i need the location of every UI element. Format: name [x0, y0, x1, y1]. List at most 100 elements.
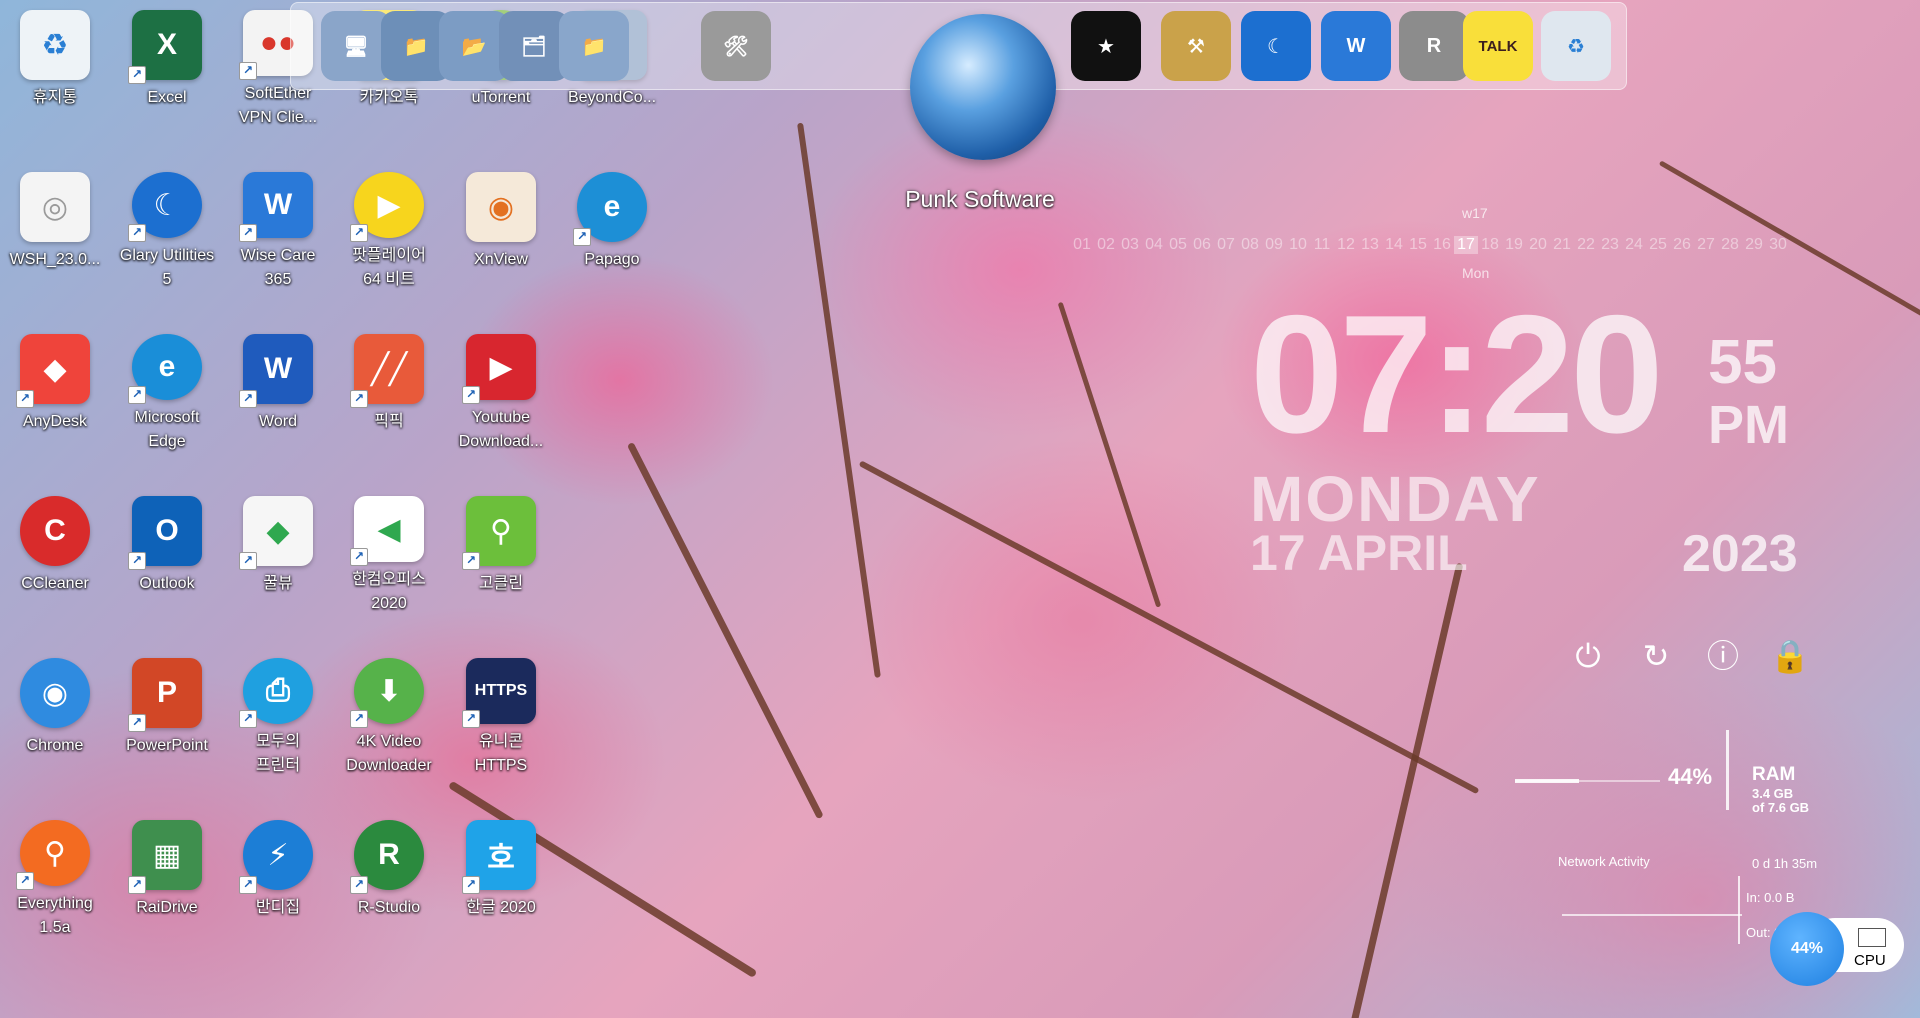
desktop-icon[interactable]: ♻ 휴지통 [1, 0, 109, 130]
calendar-day[interactable]: 11 [1310, 236, 1334, 254]
restart-button[interactable]: ↻ [1636, 636, 1676, 676]
desktop-icon[interactable]: X ↗ Excel [113, 0, 221, 130]
dock-kakaotalk-icon[interactable]: TALK [1463, 11, 1533, 81]
desktop-icon[interactable]: ◀ ↗ 한컴오피스 2020 [335, 486, 443, 616]
calendar-day[interactable]: 13 [1358, 236, 1382, 254]
dock-recycle-bin-icon[interactable]: ♻ [1541, 11, 1611, 81]
icon-glyph: ◎ [41, 190, 69, 224]
icon-glyph: ◆ [266, 514, 290, 548]
desktop-icon-label: 반디집 [255, 899, 301, 916]
desktop-icon[interactable]: W ↗ Word [224, 324, 332, 454]
desktop-icon[interactable]: C CCleaner [1, 486, 109, 616]
ram-used: 3.4 GB [1752, 786, 1794, 801]
desktop-icon[interactable]: ⬇ ↗ 4K Video Downloader [335, 648, 443, 778]
desktop-icon[interactable]: ⎙ ↗ 모두의 프린터 [224, 648, 332, 778]
shortcut-arrow-icon: ↗ [350, 390, 368, 408]
desktop-icon[interactable]: HTTPS ↗ 유니콘 HTTPS [447, 648, 555, 778]
shortcut-arrow-icon: ↗ [350, 710, 368, 728]
desktop-icon[interactable]: ▶ ↗ Youtube Download... [447, 324, 555, 454]
calendar-day[interactable]: 26 [1670, 236, 1694, 254]
power-off-button[interactable]: ⏻ [1568, 636, 1608, 676]
calendar-day[interactable]: 04 [1142, 236, 1166, 254]
desktop-icon[interactable]: ☾ ↗ Glary Utilities 5 [113, 162, 221, 292]
calendar-day[interactable]: 10 [1286, 236, 1310, 254]
calendar-day[interactable]: 14 [1382, 236, 1406, 254]
monitor-icon [1858, 928, 1886, 947]
calendar-day[interactable]: 28 [1718, 236, 1742, 254]
desktop-icon[interactable]: ▦ ↗ RaiDrive [113, 810, 221, 940]
dock-item-glyph: TALK [1478, 37, 1518, 55]
calendar-day[interactable]: 02 [1094, 236, 1118, 254]
desktop-icon[interactable]: W ↗ Wise Care 365 [224, 162, 332, 292]
shortcut-arrow-icon: ↗ [462, 386, 480, 404]
desktop-icon-label: R-Studio [357, 899, 421, 916]
calendar-day[interactable]: 12 [1334, 236, 1358, 254]
calendar-day[interactable]: 18 [1478, 236, 1502, 254]
calendar-day[interactable]: 07 [1214, 236, 1238, 254]
calendar-day[interactable]: 08 [1238, 236, 1262, 254]
desktop-icon-label: WSH_23.0... [9, 251, 101, 268]
desktop[interactable]: ♻휴지통X↗Excel●●↗SoftEther VPN Clie...TALK카… [0, 0, 1920, 1018]
ram-usage-bar [1515, 779, 1660, 783]
desktop-icon-label: RaiDrive [136, 899, 198, 916]
calendar-day[interactable]: 09 [1262, 236, 1286, 254]
punk-software-label[interactable]: Punk Software [880, 186, 1080, 213]
calendar-day[interactable]: 20 [1526, 236, 1550, 254]
desktop-icon[interactable]: ⚲ ↗ Everything 1.5a [1, 810, 109, 940]
dock-glary-icon[interactable]: ☾ [1241, 11, 1311, 81]
desktop-icon[interactable]: e ↗ Microsoft Edge [113, 324, 221, 454]
calendar-day[interactable]: 19 [1502, 236, 1526, 254]
calendar-day[interactable]: 23 [1598, 236, 1622, 254]
desktop-icon[interactable]: ⚡ ↗ 반디집 [224, 810, 332, 940]
desktop-icon[interactable]: ◉ Chrome [1, 648, 109, 778]
calendar-day[interactable]: 16 [1430, 236, 1454, 254]
dock-tshirt-icon[interactable]: ★ [1071, 11, 1141, 81]
calendar-day[interactable]: 30 [1766, 236, 1790, 254]
calendar-day[interactable]: 01 [1070, 236, 1094, 254]
desktop-icon[interactable]: P ↗ PowerPoint [113, 648, 221, 778]
logoff-button[interactable]: ⓘ [1703, 636, 1743, 676]
calendar-day[interactable]: 06 [1190, 236, 1214, 254]
shortcut-arrow-icon: ↗ [573, 228, 591, 246]
calendar-day[interactable]: 21 [1550, 236, 1574, 254]
shortcut-arrow-icon: ↗ [350, 224, 368, 242]
recycle-bin-icon: ♻ [20, 10, 90, 80]
desktop-icon-label: 휴지통 [32, 89, 78, 106]
calendar-day[interactable]: 22 [1574, 236, 1598, 254]
calendar-day[interactable]: 29 [1742, 236, 1766, 254]
icon-glyph: 호 [487, 842, 515, 875]
desktop-icon[interactable]: ⚲ ↗ 고클린 [447, 486, 555, 616]
dock-registry-icon[interactable]: R [1399, 11, 1469, 81]
calendar-day[interactable]: 05 [1166, 236, 1190, 254]
desktop-icon-label: Papago [584, 251, 640, 268]
desktop-icon-label: CCleaner [21, 575, 89, 592]
shortcut-arrow-icon: ↗ [128, 386, 146, 404]
calendar-day[interactable]: 27 [1694, 236, 1718, 254]
dock-tools-icon[interactable]: 🛠 [701, 11, 771, 81]
punk-software-globe-icon[interactable] [910, 14, 1056, 160]
shortcut-arrow-icon: ↗ [239, 390, 257, 408]
dock-pickaxe-icon[interactable]: ⚒ [1161, 11, 1231, 81]
desktop-icon[interactable]: O ↗ Outlook [113, 486, 221, 616]
desktop-icon[interactable]: e ↗ Papago [558, 162, 666, 292]
dock-wise-care-icon[interactable]: W [1321, 11, 1391, 81]
desktop-icon[interactable]: ▶ ↗ 팟플레이어 64 비트 [335, 162, 443, 292]
icon-glyph: HTTPS [474, 682, 528, 699]
dock-item-glyph: ⚒ [1187, 35, 1205, 58]
desktop-icon[interactable]: ◆ ↗ 꿀뷰 [224, 486, 332, 616]
calendar-day[interactable]: 24 [1622, 236, 1646, 254]
desktop-icon[interactable]: R ↗ R-Studio [335, 810, 443, 940]
calendar-day-today[interactable]: 17 [1454, 236, 1478, 254]
shortcut-arrow-icon: ↗ [239, 62, 257, 80]
cpu-percent[interactable]: 44% [1770, 912, 1844, 986]
calendar-day[interactable]: 25 [1646, 236, 1670, 254]
desktop-icon[interactable]: 호 ↗ 한글 2020 [447, 810, 555, 940]
desktop-icon[interactable]: ◎ WSH_23.0... [1, 162, 109, 292]
calendar-day[interactable]: 03 [1118, 236, 1142, 254]
desktop-icon[interactable]: ◉ XnView [447, 162, 555, 292]
desktop-icon[interactable]: ◆ ↗ AnyDesk [1, 324, 109, 454]
dock-folder-icon[interactable]: 📁 [559, 11, 629, 81]
calendar-day[interactable]: 15 [1406, 236, 1430, 254]
desktop-icon[interactable]: ╱╱ ↗ 픽픽 [335, 324, 443, 454]
lock-button[interactable]: 🔒 [1770, 636, 1810, 676]
